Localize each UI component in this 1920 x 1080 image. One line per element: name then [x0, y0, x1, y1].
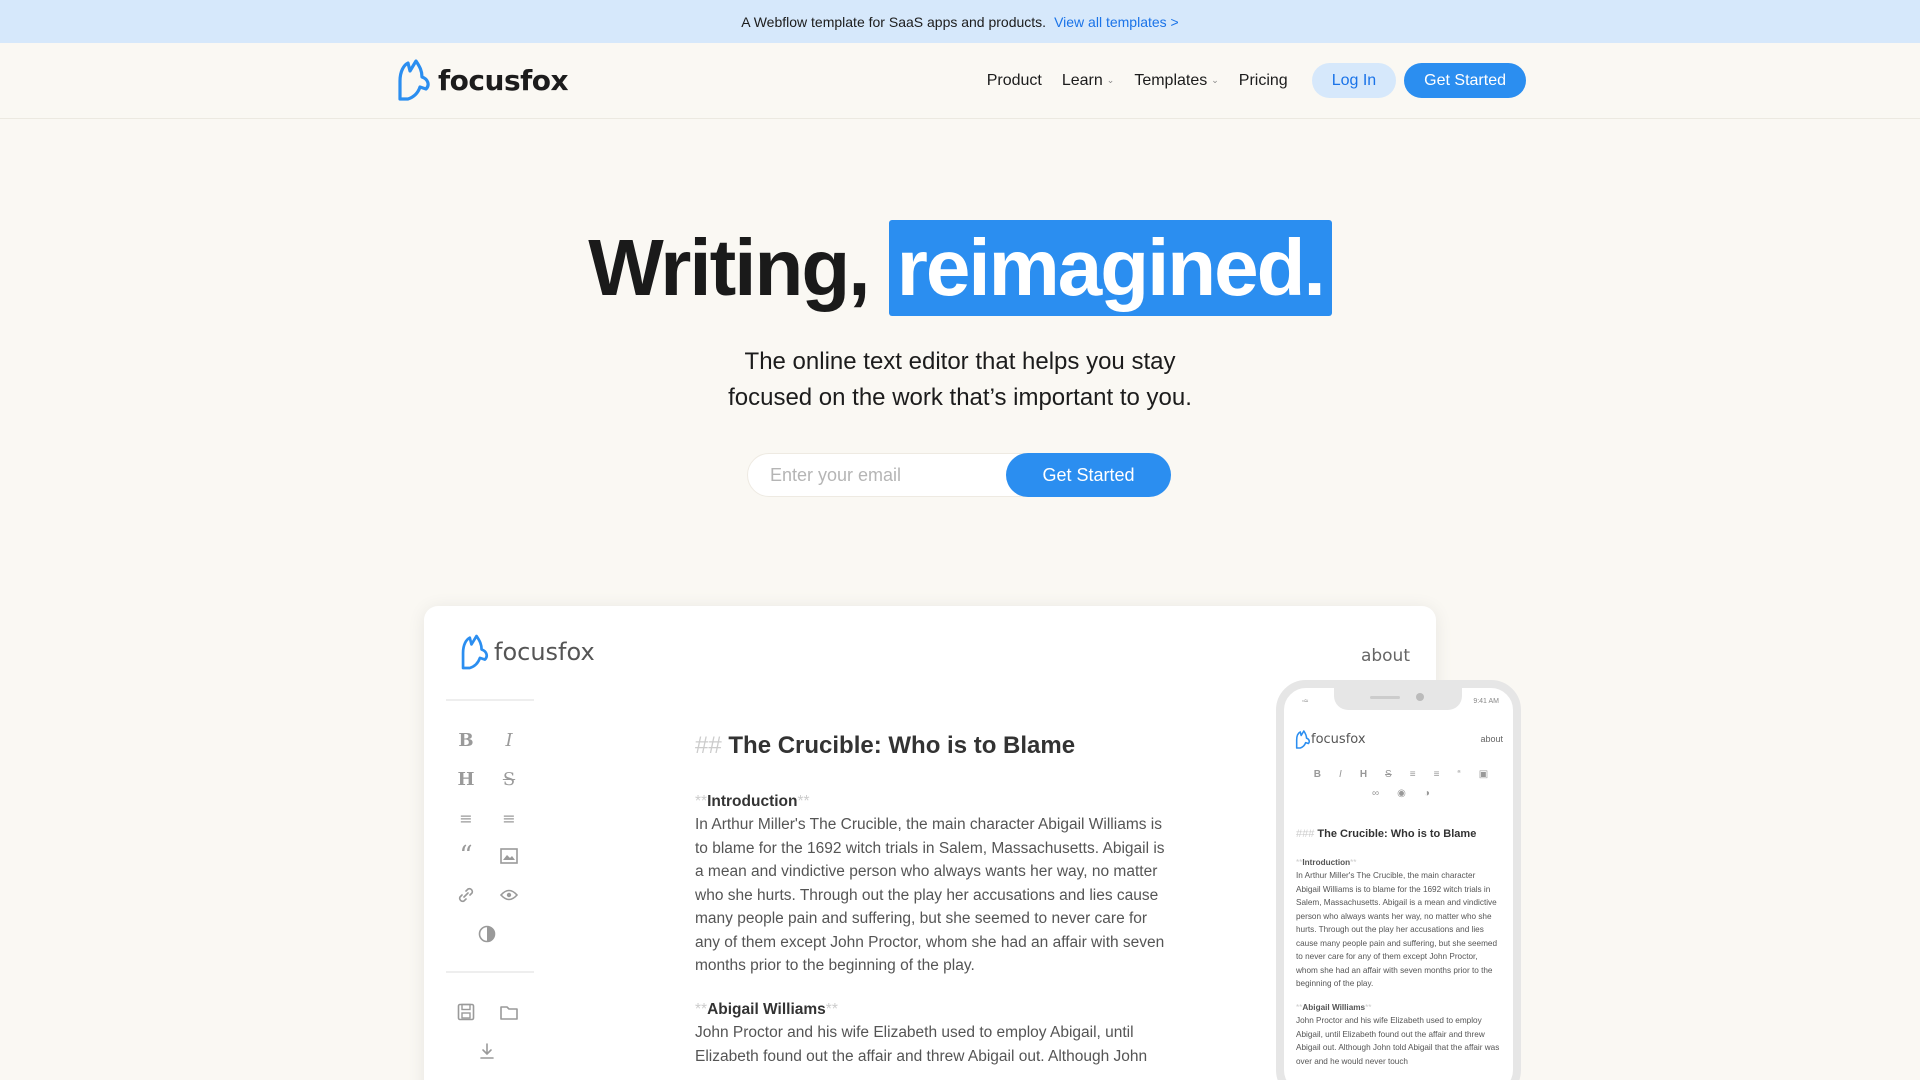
nav-templates[interactable]: Templates ⌄ — [1134, 72, 1218, 90]
section-title: Abigail Williams — [707, 1000, 826, 1018]
toolbar-divider — [446, 971, 534, 973]
preview-eye-icon[interactable]: ◉ — [1397, 788, 1406, 799]
brand-name: focusfox — [438, 63, 569, 97]
section-abigail: **Abigail Williams** John Proctor and hi… — [695, 998, 1165, 1069]
section-body: John Proctor and his wife Elizabeth used… — [695, 1024, 1148, 1065]
nav-pricing-label: Pricing — [1238, 71, 1288, 89]
nav-get-started-button[interactable]: Get Started — [1404, 63, 1526, 98]
save-icon[interactable] — [453, 999, 479, 1025]
hero-subtitle: The online text editor that helps you st… — [0, 344, 1920, 416]
document-heading: ## The Crucible: Who is to Blame — [695, 734, 1165, 758]
folder-icon[interactable] — [496, 999, 522, 1025]
italic-icon[interactable]: I — [496, 727, 522, 753]
hero-get-started-button[interactable]: Get Started — [1006, 453, 1171, 497]
email-input[interactable] — [747, 453, 1027, 497]
main-navigation: focusfox Product Learn ⌄ Templates ⌄ Prici… — [0, 43, 1920, 119]
chevron-down-icon: ⌄ — [1211, 75, 1219, 85]
brand-logo[interactable]: focusfox — [394, 59, 569, 101]
login-button[interactable]: Log In — [1311, 63, 1397, 98]
phone-time: 9:41 AM — [1473, 698, 1499, 705]
signal-icon: ▫≈ — [1302, 698, 1309, 705]
hero-subtitle-line2: focused on the work that’s important to … — [728, 384, 1192, 411]
email-signup-form: Get Started — [747, 453, 1171, 497]
section-title: Abigail Williams — [1302, 1002, 1366, 1012]
phone-heading-text: The Crucible: Who is to Blame — [1317, 828, 1477, 840]
chevron-down-icon: ⌄ — [1106, 75, 1115, 85]
hero-title-highlight: reimagined. — [888, 220, 1332, 316]
quote-icon[interactable]: “ — [1457, 769, 1460, 780]
download-icon[interactable] — [474, 1038, 500, 1064]
image-icon[interactable]: ▣ — [1479, 769, 1488, 780]
heading-icon[interactable]: H — [453, 766, 479, 792]
banner-text: A Webflow template for SaaS apps and pro… — [741, 13, 1047, 30]
heading-icon[interactable]: H — [1360, 769, 1367, 780]
view-templates-link[interactable]: View all templates > — [1054, 14, 1179, 30]
section-body: John Proctor and his wife Elizabeth used… — [1296, 1016, 1500, 1066]
section-title: Introduction — [707, 792, 798, 810]
phone-about-link[interactable]: about — [1480, 734, 1503, 744]
nav-product[interactable]: Product — [987, 72, 1042, 90]
app-brand-logo: focusfox — [458, 634, 595, 670]
hero-title-plain: Writing, — [588, 223, 870, 312]
phone-notch — [1334, 688, 1462, 710]
toolbar-divider — [446, 699, 534, 701]
nav-links: Product Learn ⌄ Templates ⌄ Pricing Log In… — [987, 63, 1526, 98]
section-intro: **Introduction** In Arthur Miller's The … — [695, 790, 1165, 978]
quote-icon[interactable]: “ — [453, 841, 479, 871]
phone-brand-logo: focusfox — [1294, 730, 1366, 749]
phone-toolbar: B I H S ≡ ≡ “ ▣ ∞ ◉ ◑ — [1306, 769, 1496, 799]
preview-eye-icon[interactable] — [496, 882, 522, 908]
nav-learn-label: Learn — [1061, 71, 1103, 89]
heading-marker: ### — [1296, 828, 1315, 840]
italic-icon[interactable]: I — [1339, 769, 1342, 780]
app-brand-name: focusfox — [494, 638, 595, 666]
editor-content[interactable]: ## The Crucible: Who is to Blame **Intro… — [695, 734, 1165, 1080]
image-icon[interactable] — [496, 843, 522, 869]
nav-product-label: Product — [986, 71, 1042, 89]
heading-marker: ## — [695, 732, 722, 759]
strikethrough-icon[interactable]: S — [496, 766, 522, 792]
nav-learn[interactable]: Learn ⌄ — [1062, 72, 1114, 90]
phone-brand-name: focusfox — [1311, 732, 1366, 747]
fox-logo-icon — [461, 634, 489, 670]
nav-pricing[interactable]: Pricing — [1239, 72, 1288, 90]
nav-templates-label: Templates — [1134, 71, 1208, 89]
hero-subtitle-line1: The online text editor that helps you st… — [744, 348, 1176, 375]
phone-preview: ▫≈ 9:41 AM focusfox about B I H S ≡ ≡ “ … — [1276, 680, 1521, 1080]
hero-title: Writing, reimagined. — [0, 220, 1920, 316]
document-heading-text: The Crucible: Who is to Blame — [728, 732, 1076, 759]
section-title: Introduction — [1302, 857, 1351, 867]
strikethrough-icon[interactable]: S — [1385, 769, 1392, 780]
phone-document-heading: ### The Crucible: Who is to Blame — [1296, 828, 1501, 842]
contrast-icon[interactable]: ◑ — [1424, 788, 1430, 799]
bullet-list-icon[interactable]: ≡ — [453, 805, 479, 831]
bullet-list-icon[interactable]: ≡ — [1410, 769, 1416, 780]
announcement-banner: A Webflow template for SaaS apps and pro… — [0, 0, 1920, 43]
bold-icon[interactable]: B — [1314, 769, 1321, 780]
fox-logo-icon — [1295, 730, 1311, 749]
section-body: In Arthur Miller's The Crucible, the mai… — [695, 816, 1165, 974]
link-icon[interactable] — [453, 882, 479, 908]
fox-logo-icon — [398, 59, 430, 101]
app-about-link[interactable]: about — [1361, 646, 1410, 666]
bold-icon[interactable]: B — [453, 727, 479, 753]
phone-editor-content[interactable]: ### The Crucible: Who is to Blame **Intr… — [1296, 828, 1501, 1078]
link-icon[interactable]: ∞ — [1372, 788, 1379, 799]
numbered-list-icon[interactable]: ≡ — [496, 805, 522, 831]
section-body: In Arthur Miller's The Crucible, the mai… — [1296, 871, 1498, 988]
contrast-icon[interactable] — [474, 921, 500, 947]
numbered-list-icon[interactable]: ≡ — [1434, 769, 1440, 780]
